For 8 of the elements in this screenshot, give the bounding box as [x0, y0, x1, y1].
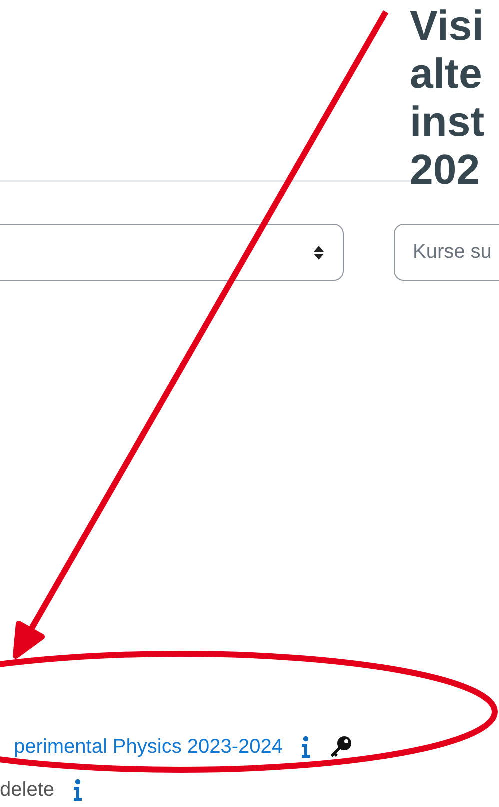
course-link[interactable]: perimental Physics 2023-2024	[14, 736, 284, 758]
info-icon[interactable]	[72, 779, 82, 801]
search-field[interactable]: Kurse su	[394, 224, 499, 281]
info-icon[interactable]	[301, 736, 312, 758]
course-text: delete	[0, 778, 54, 802]
category-select[interactable]	[0, 224, 344, 281]
page-heading: Visi alte inst 202	[410, 2, 485, 194]
sort-arrows-icon	[313, 244, 325, 260]
